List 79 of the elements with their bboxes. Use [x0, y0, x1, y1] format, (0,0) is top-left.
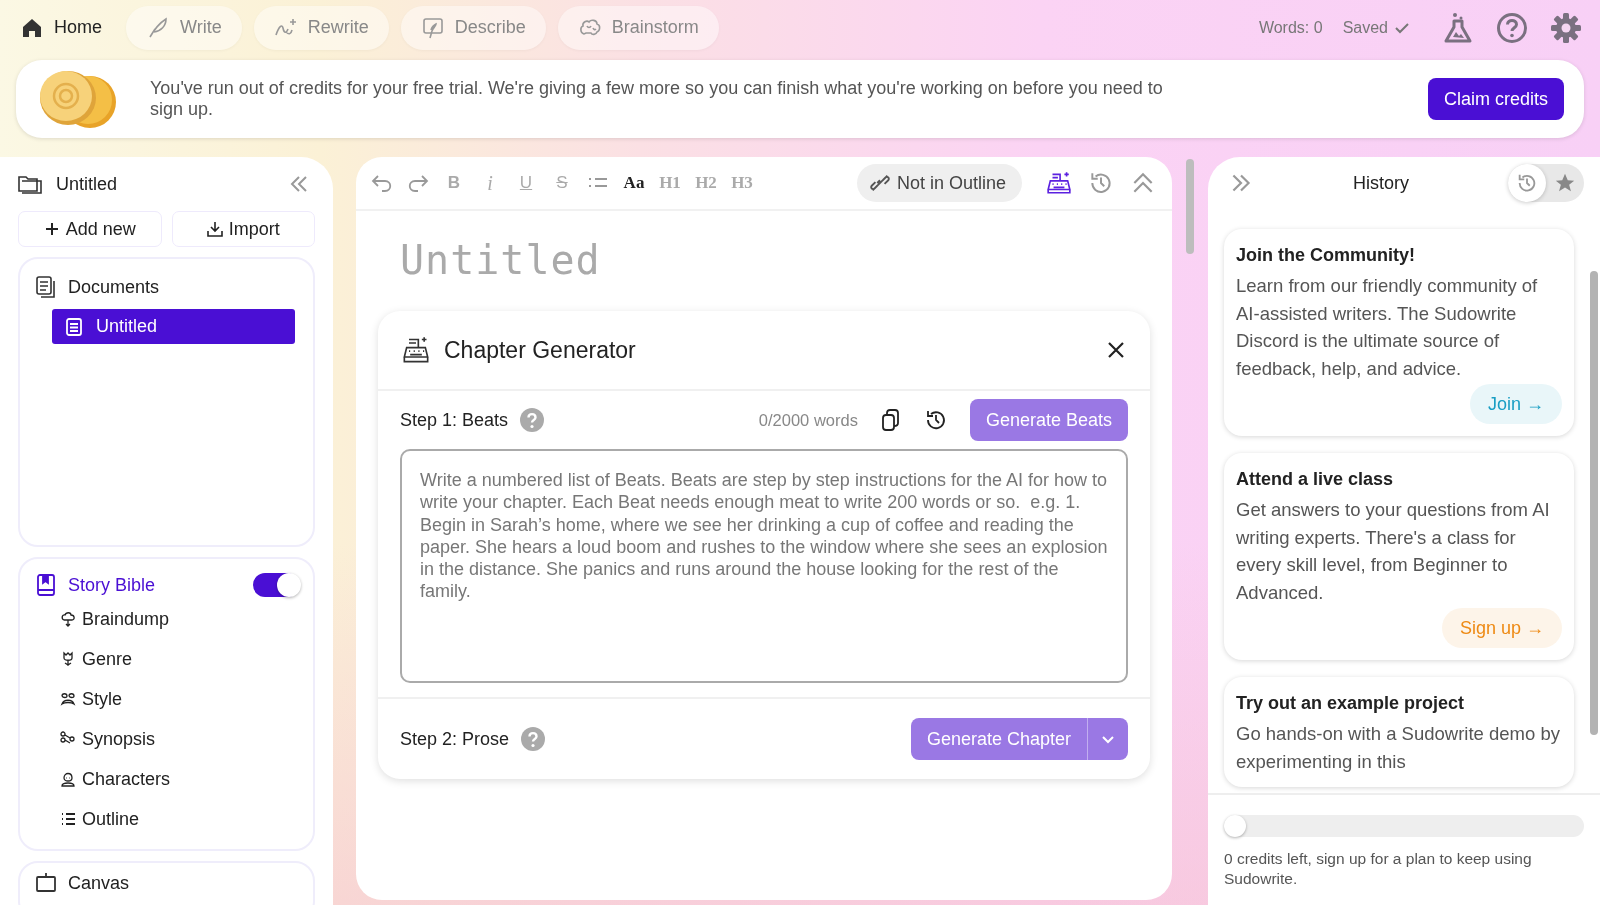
- format-button[interactable]: H3: [730, 173, 754, 193]
- nav-tab[interactable]: Write: [126, 5, 242, 50]
- history-icon: [1516, 172, 1538, 194]
- format-button[interactable]: U: [514, 173, 538, 193]
- import-button[interactable]: Import: [171, 211, 315, 247]
- story-bible-heading: Story Bible: [68, 574, 156, 596]
- format-button[interactable]: B: [442, 173, 466, 193]
- card-text: Go hands-on with a Sudowrite demo by experimenting in this: [1236, 722, 1561, 774]
- help-icon[interactable]: [1496, 11, 1528, 44]
- not-in-outline-button[interactable]: Not in Outline: [856, 164, 1022, 202]
- card-title: Try out an example project: [1236, 693, 1466, 714]
- step-label: Step 2: Prose: [400, 728, 510, 750]
- flask-icon[interactable]: [1442, 11, 1474, 44]
- project-title: Untitled: [56, 173, 118, 195]
- document-icon: [64, 316, 84, 337]
- scrollbar[interactable]: [1590, 271, 1598, 735]
- card-title: Attend a live class: [1236, 469, 1395, 490]
- nav-tab[interactable]: Describe: [400, 5, 546, 50]
- credits-text: 0 credits left, sign up for a plan to keep using Sudowrite.: [1224, 849, 1533, 889]
- help-icon[interactable]: [520, 408, 545, 432]
- card-link-button[interactable]: Join →: [1469, 384, 1562, 424]
- close-icon[interactable]: [1106, 340, 1126, 360]
- star-icon: [1554, 172, 1576, 194]
- unlink-icon: [868, 172, 891, 194]
- panel-title: History: [1352, 172, 1410, 194]
- document-item[interactable]: Untitled: [52, 309, 295, 344]
- story-bible-item[interactable]: Style: [82, 688, 123, 710]
- typewriter-icon[interactable]: [1046, 170, 1072, 196]
- book-icon: [34, 573, 58, 597]
- word-count: Words: 0: [1258, 18, 1323, 37]
- generate-beats-button[interactable]: Generate Beats: [969, 399, 1128, 441]
- card-text: Get answers to your questions from AI writing experts. There's a class for every skill level, from Beginner to Advanced.: [1236, 498, 1551, 605]
- title-placeholder[interactable]: Untitled: [400, 237, 601, 283]
- format-button[interactable]: S: [550, 173, 574, 193]
- banner-message: You've run out of credits for your free trial. We're giving a few more so you can finish what you're working on before you need to sign up.: [150, 78, 1164, 120]
- add-new-button[interactable]: Add new: [18, 211, 162, 247]
- story-bible-item[interactable]: Genre: [82, 648, 133, 670]
- dropdown-button[interactable]: [1087, 718, 1128, 760]
- nav-tab[interactable]: Home: [20, 5, 114, 50]
- settings-icon[interactable]: [1550, 11, 1582, 44]
- story-bible-toggle[interactable]: [253, 573, 299, 597]
- claim-credits-button[interactable]: Claim credits: [1427, 78, 1564, 120]
- documents-heading: Documents: [68, 276, 160, 298]
- style-icon: [60, 691, 76, 707]
- story-bible-item[interactable]: Characters: [82, 768, 171, 790]
- folder-icon: [18, 174, 42, 194]
- card-link-button[interactable]: Sign up →: [1441, 608, 1562, 648]
- format-button[interactable]: H1: [658, 173, 682, 193]
- story-bible-item[interactable]: Braindump: [82, 608, 170, 630]
- easel-brush-icon: [420, 15, 445, 40]
- documents-icon: [34, 275, 58, 299]
- help-icon[interactable]: [521, 727, 546, 751]
- history-tab[interactable]: [1508, 164, 1546, 202]
- word-counter: 0/2000 words: [758, 410, 858, 430]
- card-title: Join the Community!: [1236, 245, 1416, 266]
- format-button[interactable]: i: [478, 171, 502, 195]
- canvas-icon: [34, 871, 58, 895]
- braindump-icon: [60, 611, 76, 627]
- scrollbar[interactable]: [1186, 159, 1194, 254]
- plus-icon: [43, 221, 60, 237]
- story-bible-item[interactable]: Synopsis: [82, 728, 156, 750]
- typewriter-icon: [402, 336, 430, 364]
- format-button[interactable]: H2: [694, 173, 718, 193]
- outline-icon: [60, 811, 76, 827]
- genre-icon: [60, 651, 76, 667]
- nav-tab[interactable]: Brainstorm: [557, 5, 719, 50]
- quill-icon: [146, 15, 170, 40]
- generator-title: Chapter Generator: [444, 336, 636, 364]
- format-button[interactable]: Aa: [622, 173, 646, 193]
- beats-field[interactable]: Write a numbered list of Beats. Beats are step by step instructions for the AI for how to write your chapter. Each Beat needs enough meat to write 200 words or so. e.g. 1. Begin in Sarah’s home, where we see her drinking a cup of coffee and reading the paper. She hears a loud boom and rushes to the window where she sees an explosion in the distance. She panics and runs around the house looking for the rest of the family.: [400, 449, 1128, 683]
- generate-chapter-button[interactable]: Generate Chapter: [910, 718, 1087, 760]
- characters-icon: [60, 771, 76, 787]
- nav-tab[interactable]: Rewrite: [253, 5, 389, 50]
- saved-status: Saved: [1342, 18, 1388, 37]
- card-text: Learn from our friendly community of AI-assisted writers. The Sudowrite Discord is the ultimate source of feedback, help, and advice.: [1236, 274, 1539, 381]
- download-icon: [206, 221, 223, 237]
- canvas-heading: Canvas: [68, 872, 130, 894]
- step-label: Step 1: Beats: [400, 409, 509, 431]
- story-bible-item[interactable]: Outline: [82, 808, 140, 830]
